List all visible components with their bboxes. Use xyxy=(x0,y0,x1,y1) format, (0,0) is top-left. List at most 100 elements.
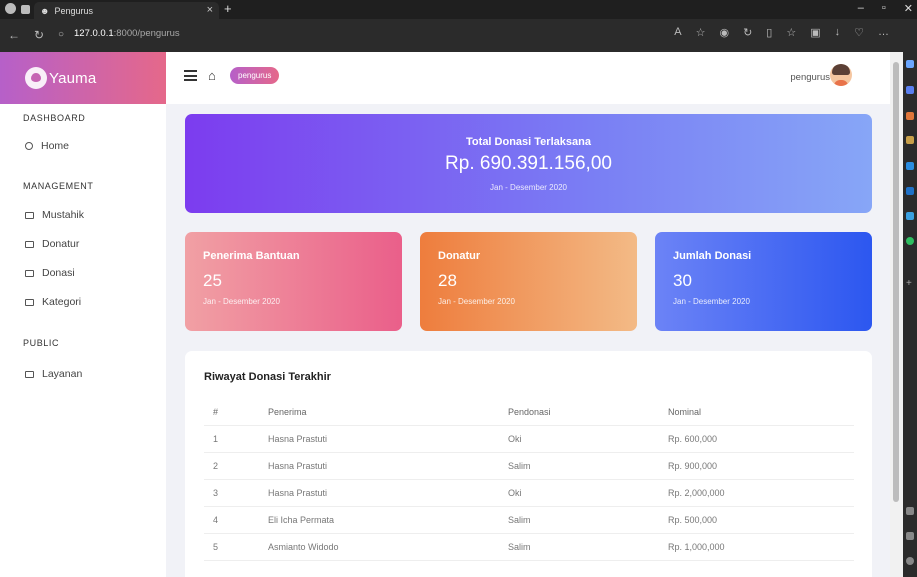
sidebar-item-home[interactable]: Home xyxy=(0,138,69,154)
favorite-star-icon[interactable]: ☆ xyxy=(696,26,706,39)
office-icon[interactable] xyxy=(906,162,914,170)
table-cell: Rp. 500,000 xyxy=(668,506,854,534)
table-header-row: # Penerima Pendonasi Nominal xyxy=(204,399,854,426)
brand-logo-area[interactable]: Yauma xyxy=(0,52,166,104)
tab-title: Pengurus xyxy=(54,5,94,16)
section-heading: DASHBOARD xyxy=(23,113,86,123)
minimize-icon[interactable]: – xyxy=(858,2,864,15)
donation-history-card: Riwayat Donasi Terakhir # Penerima Pendo… xyxy=(185,351,872,577)
home-icon[interactable]: ⌂ xyxy=(208,69,222,82)
column-header: Penerima xyxy=(268,399,508,426)
table-row: 4 Eli Icha Permata Salim Rp. 500,000 xyxy=(204,506,854,534)
table-cell: 5 xyxy=(204,533,268,561)
table-cell: Salim xyxy=(508,533,668,561)
copilot-icon[interactable]: ♡ xyxy=(854,26,864,39)
browser-tab-bar: ☻ Pengurus × + – ▫ ✕ xyxy=(0,0,917,19)
sidebar-item-label: Layanan xyxy=(42,368,83,380)
tools-icon[interactable] xyxy=(906,112,914,120)
window-controls: – ▫ ✕ xyxy=(858,2,913,15)
shopping-icon[interactable] xyxy=(906,86,914,94)
section-heading: PUBLIC xyxy=(23,338,60,348)
read-aloud-icon[interactable]: A xyxy=(674,26,681,39)
tab-favicon-icon: ☻ xyxy=(40,5,50,16)
stat-card-penerima: Penerima Bantuan 25 Jan - Desember 2020 xyxy=(185,232,402,331)
table-cell: 4 xyxy=(204,506,268,534)
menu-toggle-icon[interactable] xyxy=(184,70,197,81)
mail-icon xyxy=(25,240,34,248)
user-name[interactable]: pengurus xyxy=(790,72,830,83)
table-cell: Hasna Prastuti xyxy=(268,479,508,507)
sidebar-item-layanan[interactable]: Layanan xyxy=(0,366,82,382)
mail-icon xyxy=(25,211,34,219)
sidebar-heading-public: PUBLIC xyxy=(0,338,59,348)
total-donation-title: Total Donasi Terlaksana xyxy=(466,136,591,148)
stat-period: Jan - Desember 2020 xyxy=(203,297,280,306)
stat-title: Penerima Bantuan xyxy=(203,250,300,262)
yauma-logo-icon xyxy=(25,67,47,89)
games-icon[interactable] xyxy=(906,136,914,144)
sidebar-item-mustahik[interactable]: Mustahik xyxy=(0,207,84,223)
search-icon[interactable] xyxy=(906,60,914,68)
total-donation-value: Rp. 690.391.156,00 xyxy=(445,153,612,174)
collections-icon[interactable]: ▣ xyxy=(810,26,820,39)
site-info-icon[interactable]: ○ xyxy=(58,29,64,40)
mail-icon xyxy=(25,269,34,277)
table-cell: 1 xyxy=(204,425,268,453)
table-cell: Hasna Prastuti xyxy=(268,425,508,453)
mail-icon xyxy=(25,298,34,306)
sidebar: Yauma DASHBOARD Home MANAGEMENT Mustahik… xyxy=(0,52,166,577)
table-cell: Rp. 2,000,000 xyxy=(668,479,854,507)
settings-icon[interactable] xyxy=(906,557,914,565)
page-scrollbar[interactable] xyxy=(890,52,903,577)
add-panel-icon[interactable]: + xyxy=(906,279,914,289)
table-cell: Oki xyxy=(508,479,668,507)
url-path: :8000/pengurus xyxy=(113,28,180,39)
telegram-icon[interactable] xyxy=(906,212,914,220)
sidebar-item-label: Mustahik xyxy=(42,209,85,221)
browser-tab[interactable]: ☻ Pengurus × xyxy=(34,2,219,19)
sidebar-heading-dashboard: DASHBOARD xyxy=(0,113,85,123)
avatar[interactable] xyxy=(830,64,852,86)
sidebar-item-label: Kategori xyxy=(42,296,82,308)
maximize-icon[interactable]: ▫ xyxy=(882,2,886,15)
reload-icon[interactable]: ↻ xyxy=(34,28,44,42)
stat-title: Donatur xyxy=(438,250,481,262)
stat-value: 25 xyxy=(203,271,222,290)
table-cell: Salim xyxy=(508,452,668,480)
sidebar-item-label: Donasi xyxy=(42,267,75,279)
table-cell: Rp. 1,000,000 xyxy=(668,533,854,561)
back-icon[interactable]: ← xyxy=(8,28,20,42)
brand-name: Yauma xyxy=(49,69,97,87)
outlook-icon[interactable] xyxy=(906,187,914,195)
new-tab-button[interactable]: + xyxy=(224,1,232,16)
sidebar-item-donasi[interactable]: Donasi xyxy=(0,265,75,281)
column-header: Nominal xyxy=(668,399,854,426)
stat-value: 30 xyxy=(673,271,692,290)
donation-history-title: Riwayat Donasi Terakhir xyxy=(204,371,331,383)
sidebar-item-donatur[interactable]: Donatur xyxy=(0,236,79,252)
close-window-icon[interactable]: ✕ xyxy=(904,2,913,15)
spotify-icon[interactable] xyxy=(906,237,914,245)
scrollbar-thumb[interactable] xyxy=(893,62,899,502)
browser-address-bar: ← ↻ ○ 127.0.0.1:8000/pengurus A ☆ ◉ ↻ ▯ … xyxy=(0,19,917,52)
more-menu-icon[interactable]: … xyxy=(878,26,889,39)
screenshot-icon[interactable] xyxy=(906,507,914,515)
breadcrumb[interactable]: pengurus xyxy=(230,67,280,84)
sidebar-item-label: Donatur xyxy=(42,238,80,250)
refresh-extension-icon[interactable]: ↻ xyxy=(743,26,752,39)
top-navbar: ⌂ pengurus pengurus xyxy=(166,52,890,104)
profile-icon[interactable] xyxy=(5,3,16,14)
table-cell: 2 xyxy=(204,452,268,480)
sidebar-item-kategori[interactable]: Kategori xyxy=(0,294,81,310)
favorites-icon[interactable]: ☆ xyxy=(786,26,796,39)
table-cell: Oki xyxy=(508,425,668,453)
tab-actions-icon[interactable] xyxy=(21,5,30,14)
download-icon[interactable]: ↓ xyxy=(835,26,841,39)
url-field[interactable]: 127.0.0.1:8000/pengurus xyxy=(74,28,180,39)
split-screen-icon[interactable]: ▯ xyxy=(766,26,772,39)
sidebar-toggle-icon[interactable] xyxy=(906,532,914,540)
camera-icon[interactable]: ◉ xyxy=(719,26,729,39)
total-donation-card: Total Donasi Terlaksana Rp. 690.391.156,… xyxy=(185,114,872,213)
home-icon xyxy=(25,142,33,150)
close-tab-icon[interactable]: × xyxy=(207,4,213,16)
